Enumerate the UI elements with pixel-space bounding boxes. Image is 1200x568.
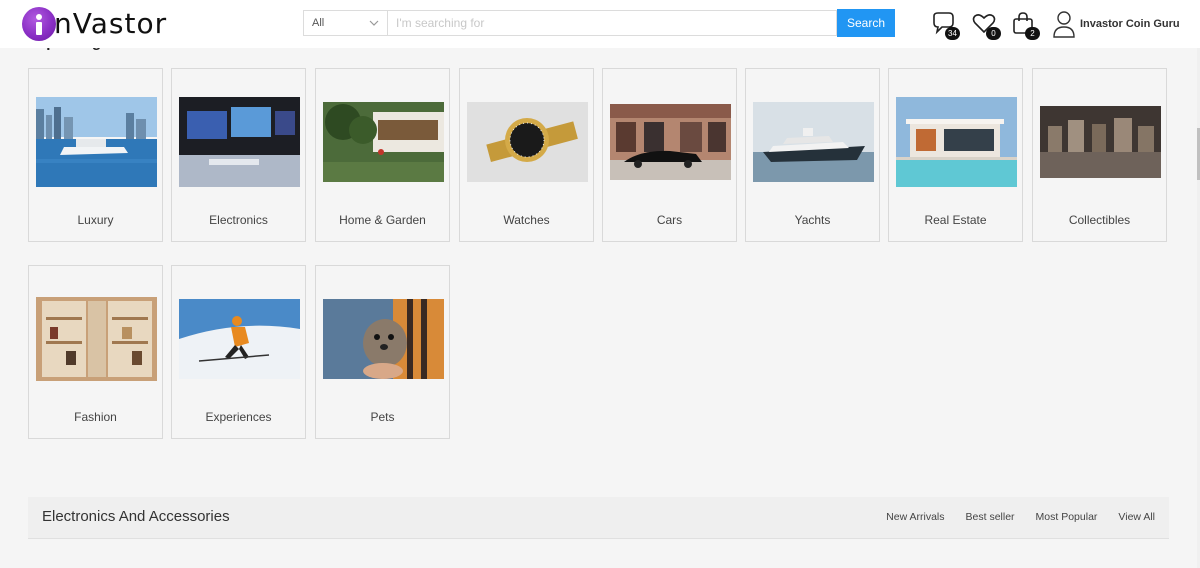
category-card-fashion[interactable]: Fashion xyxy=(28,265,163,439)
search-button[interactable]: Search xyxy=(837,9,895,37)
tab-best-seller[interactable]: Best seller xyxy=(966,511,1015,523)
luxury-image xyxy=(36,97,157,187)
electronics-image xyxy=(179,97,300,187)
user-icon xyxy=(1053,11,1075,38)
user-account-menu[interactable]: Invastor Coin Guru xyxy=(1052,10,1180,38)
home-garden-image xyxy=(323,102,444,182)
messages-button[interactable]: 34 xyxy=(930,10,960,40)
category-card-home-garden[interactable]: Home & Garden xyxy=(315,68,450,242)
user-name: Invastor Coin Guru xyxy=(1080,18,1180,30)
category-label: Home & Garden xyxy=(339,213,426,227)
category-card-experiences[interactable]: Experiences xyxy=(171,265,306,439)
search-category-select[interactable]: All xyxy=(303,10,387,36)
watches-image xyxy=(467,102,588,182)
category-label: Pets xyxy=(370,410,395,424)
logo-text: nVastor xyxy=(54,7,168,40)
cart-button[interactable]: 2 xyxy=(1010,10,1040,40)
cars-image xyxy=(610,104,731,180)
logo-i-icon xyxy=(22,7,56,41)
category-label: Collectibles xyxy=(1068,213,1131,227)
category-card-yachts[interactable]: Yachts xyxy=(745,68,880,242)
category-label: Real Estate xyxy=(924,213,987,227)
electronics-section-header: Electronics And Accessories New Arrivals… xyxy=(28,497,1169,539)
category-label: Cars xyxy=(656,213,683,227)
category-card-pets[interactable]: Pets xyxy=(315,265,450,439)
chevron-down-icon xyxy=(369,20,379,26)
real-estate-image xyxy=(896,97,1017,187)
search-bar: All Search xyxy=(303,9,895,38)
category-card-real-estate[interactable]: Real Estate xyxy=(888,68,1023,242)
fashion-image xyxy=(36,297,157,381)
search-input[interactable] xyxy=(387,10,837,36)
search-category-value: All xyxy=(312,17,325,29)
tab-view-all[interactable]: View All xyxy=(1118,511,1155,523)
category-card-luxury[interactable]: Luxury xyxy=(28,68,163,242)
category-label: Fashion xyxy=(74,410,117,424)
yachts-image xyxy=(753,102,874,182)
tab-new-arrivals[interactable]: New Arrivals xyxy=(886,511,944,523)
messages-count-badge: 34 xyxy=(945,27,960,40)
collectibles-image xyxy=(1040,106,1161,178)
category-label: Yachts xyxy=(794,213,831,227)
pets-image xyxy=(323,299,444,379)
wishlist-button[interactable]: 0 xyxy=(971,10,1001,40)
category-label: Experiences xyxy=(205,410,272,424)
experiences-image xyxy=(179,299,300,379)
category-card-cars[interactable]: Cars xyxy=(602,68,737,242)
wishlist-count-badge: 0 xyxy=(986,27,1001,40)
category-card-watches[interactable]: Watches xyxy=(459,68,594,242)
category-card-collectibles[interactable]: Collectibles xyxy=(1032,68,1167,242)
top-header: nVastor All Search 34 0 2 xyxy=(0,0,1200,48)
section-tabs: New Arrivals Best seller Most Popular Vi… xyxy=(886,511,1155,523)
tab-most-popular[interactable]: Most Popular xyxy=(1036,511,1098,523)
category-label: Electronics xyxy=(209,213,268,227)
section-title-electronics: Electronics And Accessories xyxy=(42,508,230,525)
cart-count-badge: 2 xyxy=(1025,27,1040,40)
brand-logo[interactable]: nVastor xyxy=(22,6,167,42)
category-label: Watches xyxy=(503,213,550,227)
category-card-electronics[interactable]: Electronics xyxy=(171,68,306,242)
category-label: Luxury xyxy=(77,213,114,227)
